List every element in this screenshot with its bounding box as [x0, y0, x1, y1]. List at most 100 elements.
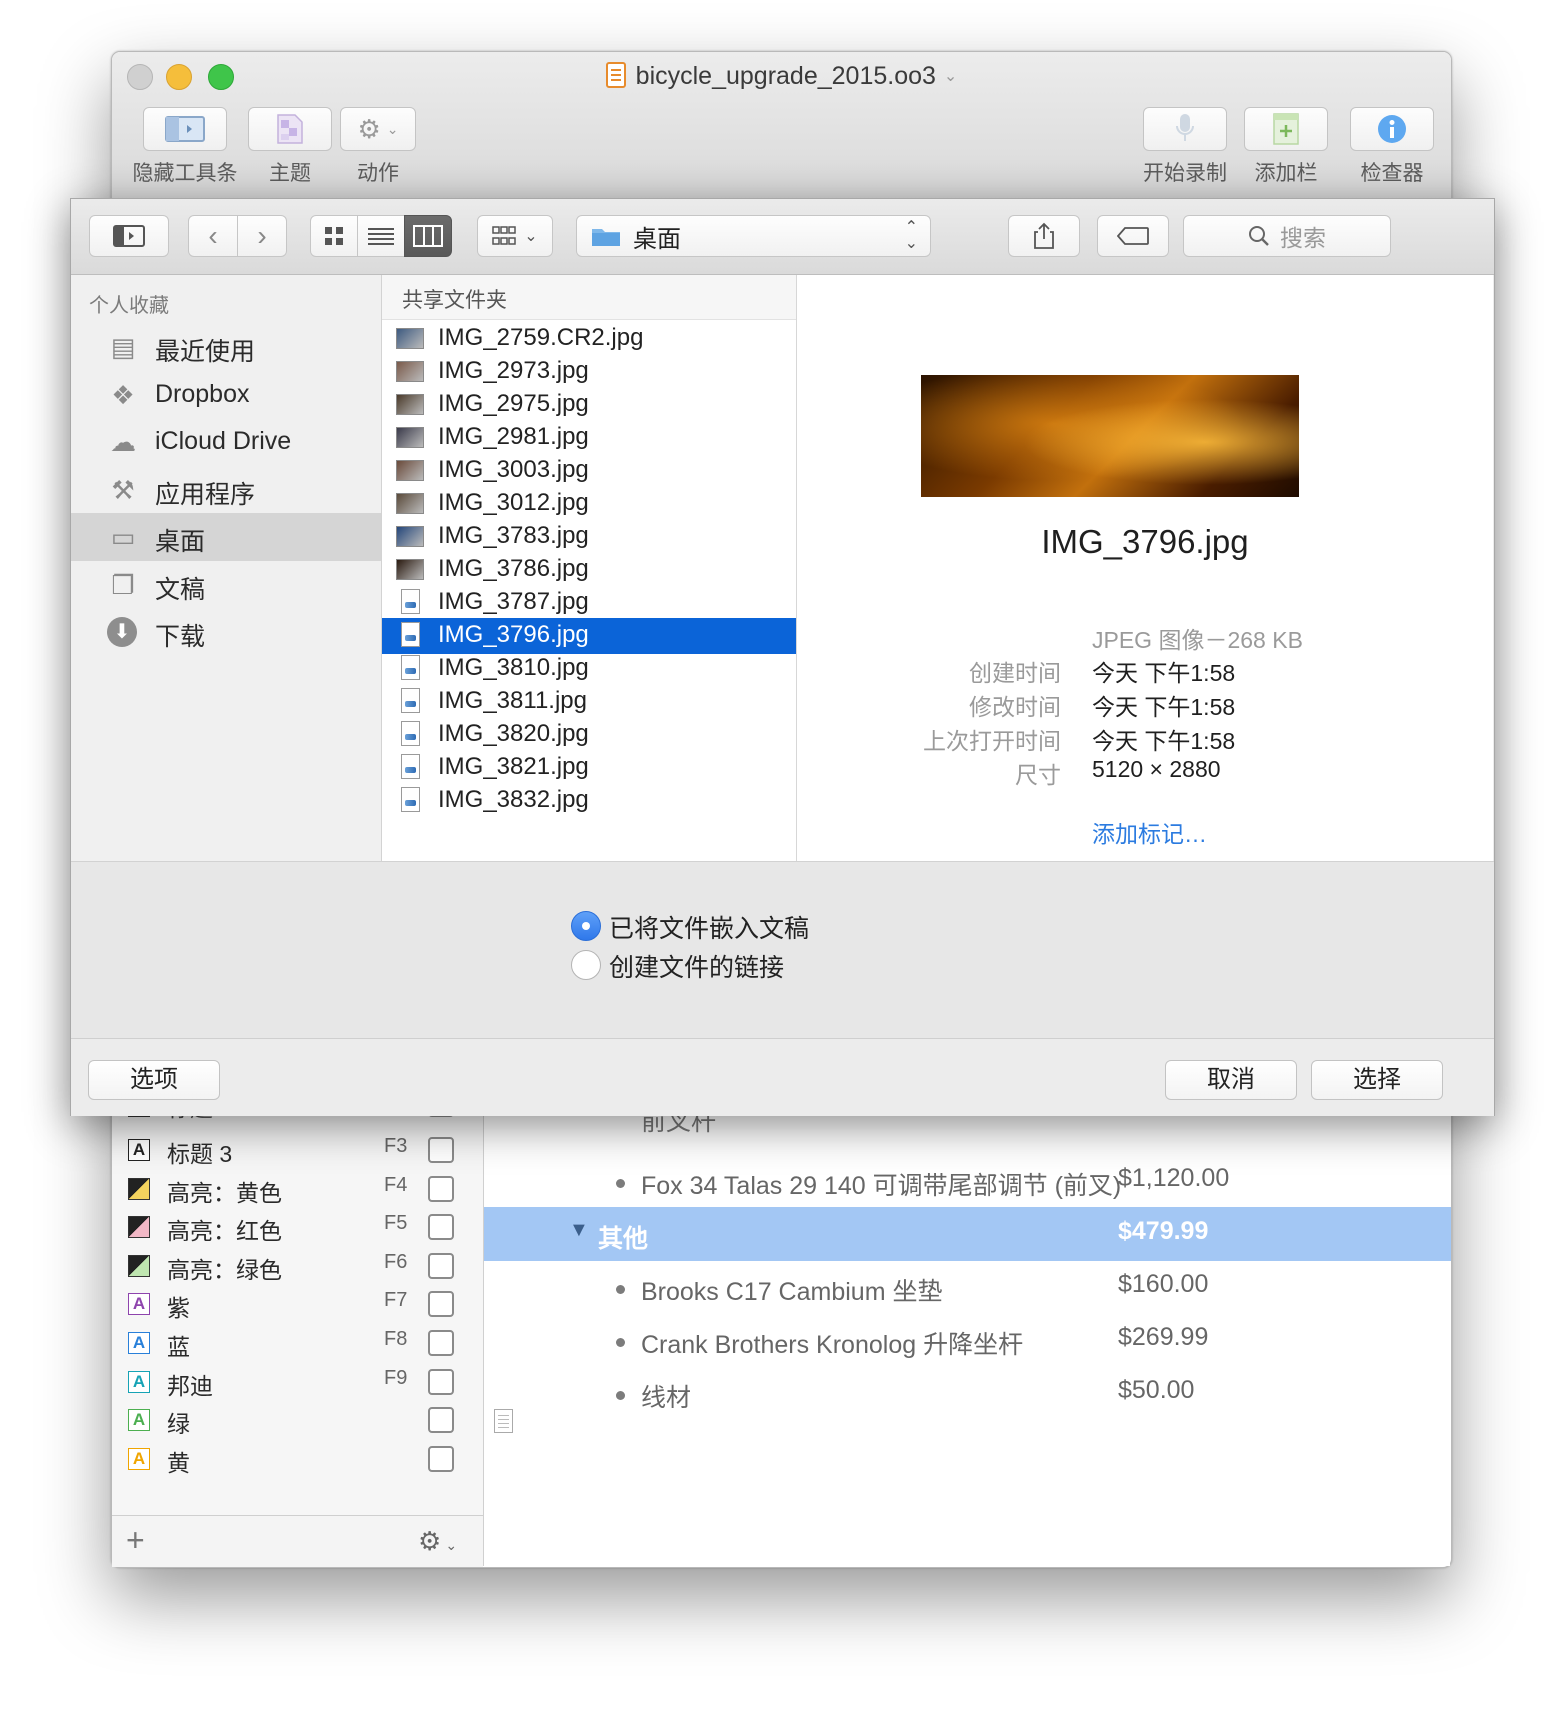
- location-popup[interactable]: 桌面 ⌃ ⌄: [576, 215, 931, 257]
- file-row[interactable]: IMG_3811.jpg: [382, 684, 796, 720]
- note-icon[interactable]: [494, 1409, 513, 1433]
- file-row[interactable]: IMG_3787.jpg: [382, 585, 796, 621]
- toolbar-inspector[interactable]: 检查器: [1344, 107, 1440, 187]
- style-swatch: [128, 1177, 150, 1200]
- column-view-button[interactable]: [404, 215, 452, 257]
- outline-row-text: 其他: [598, 1225, 649, 1253]
- icon-view-button[interactable]: [310, 215, 358, 257]
- styles-pane: A 标题 2 A标题 3F3高亮：黄色F4高亮：红色F5高亮：绿色F6A紫F7A…: [112, 1091, 484, 1567]
- sidebar-toggle-icon[interactable]: [143, 107, 227, 151]
- style-checkbox[interactable]: [428, 1252, 454, 1279]
- file-row[interactable]: IMG_2981.jpg: [382, 420, 796, 456]
- style-checkbox[interactable]: [428, 1137, 454, 1163]
- style-checkbox[interactable]: [428, 1445, 454, 1472]
- group-by-button[interactable]: ⌄: [477, 215, 553, 257]
- file-row[interactable]: IMG_3783.jpg: [382, 519, 796, 555]
- toolbar-label: 检查器: [1360, 162, 1424, 185]
- file-row[interactable]: IMG_3796.jpg: [382, 618, 796, 654]
- sidebar-item[interactable]: ⚒ 应用程序: [71, 466, 381, 514]
- outline-row[interactable]: Fox 34 Talas 29 140 可调带尾部调节 (前叉) $1,120.0…: [484, 1154, 1451, 1208]
- list-view-button[interactable]: [357, 215, 405, 257]
- outline-row[interactable]: Crank Brothers Kronolog 升降坐杆 $269.99: [484, 1313, 1451, 1367]
- sidebar-item[interactable]: ▭ 桌面: [71, 513, 381, 561]
- style-row[interactable]: A 邦迪 F9: [112, 1364, 483, 1404]
- file-row[interactable]: IMG_3820.jpg: [382, 717, 796, 753]
- sidebar-item[interactable]: ⬇ 下载: [71, 608, 381, 656]
- style-checkbox[interactable]: [428, 1175, 454, 1202]
- search-placeholder: 搜索: [1280, 225, 1326, 251]
- cancel-button[interactable]: 取消: [1165, 1060, 1297, 1100]
- sidebar-item[interactable]: ❐ 文稿: [71, 561, 381, 609]
- image-thumbnail-icon: [396, 460, 424, 481]
- style-checkbox[interactable]: [428, 1214, 454, 1241]
- style-checkbox[interactable]: [428, 1330, 454, 1356]
- style-row[interactable]: A 标题 3 F3: [112, 1132, 483, 1172]
- theme-icon[interactable]: [248, 107, 332, 151]
- style-swatch: A: [128, 1370, 150, 1393]
- file-name: IMG_3786.jpg: [438, 555, 589, 582]
- style-row[interactable]: A 蓝 F8: [112, 1325, 483, 1365]
- toolbar-action[interactable]: ⚙ ⌄ 动作: [338, 107, 418, 187]
- sidebar-item[interactable]: ▤ 最近使用: [71, 323, 381, 371]
- jpeg-file-icon: [401, 688, 420, 713]
- file-row[interactable]: IMG_2973.jpg: [382, 354, 796, 390]
- style-row[interactable]: A黄: [112, 1441, 483, 1481]
- file-row[interactable]: IMG_3012.jpg: [382, 486, 796, 522]
- sidebar-item-label: 文稿: [155, 575, 206, 604]
- outline-row[interactable]: Brooks C17 Cambium 坐垫 $160.00: [484, 1260, 1451, 1314]
- style-checkbox[interactable]: [428, 1368, 454, 1395]
- add-tags-link[interactable]: 添加标记…: [1092, 815, 1207, 849]
- share-button[interactable]: [1008, 215, 1080, 257]
- info-icon[interactable]: [1350, 107, 1434, 151]
- file-name: IMG_2981.jpg: [438, 423, 589, 450]
- style-checkbox[interactable]: [428, 1291, 454, 1318]
- list-icon: [368, 228, 394, 245]
- jpeg-file-icon: [401, 589, 420, 614]
- radio-button[interactable]: [571, 911, 601, 941]
- style-row[interactable]: 高亮：黄色 F4: [112, 1171, 483, 1211]
- toolbar-start-recording[interactable]: 开始录制: [1135, 107, 1235, 187]
- gear-icon[interactable]: ⚙ ⌄: [418, 1526, 457, 1557]
- file-row[interactable]: IMG_3821.jpg: [382, 750, 796, 786]
- add-style-button[interactable]: +: [126, 1522, 145, 1559]
- chevron-left-icon: ‹: [208, 220, 218, 251]
- file-row[interactable]: IMG_3786.jpg: [382, 552, 796, 588]
- file-row[interactable]: IMG_2975.jpg: [382, 387, 796, 423]
- style-row[interactable]: 高亮：绿色 F6: [112, 1248, 483, 1288]
- microphone-icon[interactable]: [1143, 107, 1227, 151]
- sidebar-item[interactable]: ❖ Dropbox: [71, 371, 381, 419]
- radio-button[interactable]: [571, 950, 601, 980]
- tag-button[interactable]: [1097, 215, 1169, 257]
- options-button[interactable]: 选项: [88, 1060, 220, 1100]
- metadata-label: 创建时间: [969, 660, 1061, 686]
- style-row[interactable]: A 紫 F7: [112, 1286, 483, 1326]
- search-field[interactable]: 搜索: [1183, 215, 1391, 257]
- style-row[interactable]: A绿: [112, 1402, 483, 1442]
- outline-row[interactable]: 线材 $50.00: [484, 1366, 1451, 1420]
- disclosure-triangle-icon[interactable]: ▼: [569, 1219, 589, 1242]
- toolbar-hide-sidebar[interactable]: 隐藏工具条: [130, 107, 240, 187]
- radio-label: 已将文件嵌入文稿: [609, 915, 810, 943]
- add-column-icon[interactable]: [1244, 107, 1328, 151]
- file-row[interactable]: IMG_3832.jpg: [382, 783, 796, 819]
- forward-button[interactable]: ›: [237, 215, 287, 257]
- style-row[interactable]: 高亮：红色 F5: [112, 1209, 483, 1249]
- arrange-icon: [492, 226, 517, 245]
- style-checkbox[interactable]: [428, 1407, 454, 1434]
- window-title[interactable]: bicycle_upgrade_2015.oo3 ⌄: [112, 62, 1451, 91]
- outline-group-row[interactable]: ▼ 其他 $479.99: [484, 1207, 1451, 1261]
- toolbar-theme[interactable]: 主题: [240, 107, 340, 187]
- file-row[interactable]: IMG_3810.jpg: [382, 651, 796, 687]
- gear-icon[interactable]: ⚙ ⌄: [340, 107, 416, 151]
- sidebar-item[interactable]: ☁ iCloud Drive: [71, 418, 381, 466]
- file-row[interactable]: IMG_3003.jpg: [382, 453, 796, 489]
- choose-button[interactable]: 选择: [1311, 1060, 1443, 1100]
- tag-icon: [1117, 227, 1149, 245]
- style-name: 高亮：黄色: [167, 1179, 282, 1206]
- outline-row-text: Brooks C17 Cambium 坐垫: [641, 1278, 943, 1306]
- sidebar-toggle-button[interactable]: [89, 215, 169, 257]
- sidebar-item-label: 下载: [155, 623, 206, 651]
- toolbar-add-column[interactable]: 添加栏: [1241, 107, 1331, 187]
- back-button[interactable]: ‹: [188, 215, 238, 257]
- file-row[interactable]: IMG_2759.CR2.jpg: [382, 321, 796, 357]
